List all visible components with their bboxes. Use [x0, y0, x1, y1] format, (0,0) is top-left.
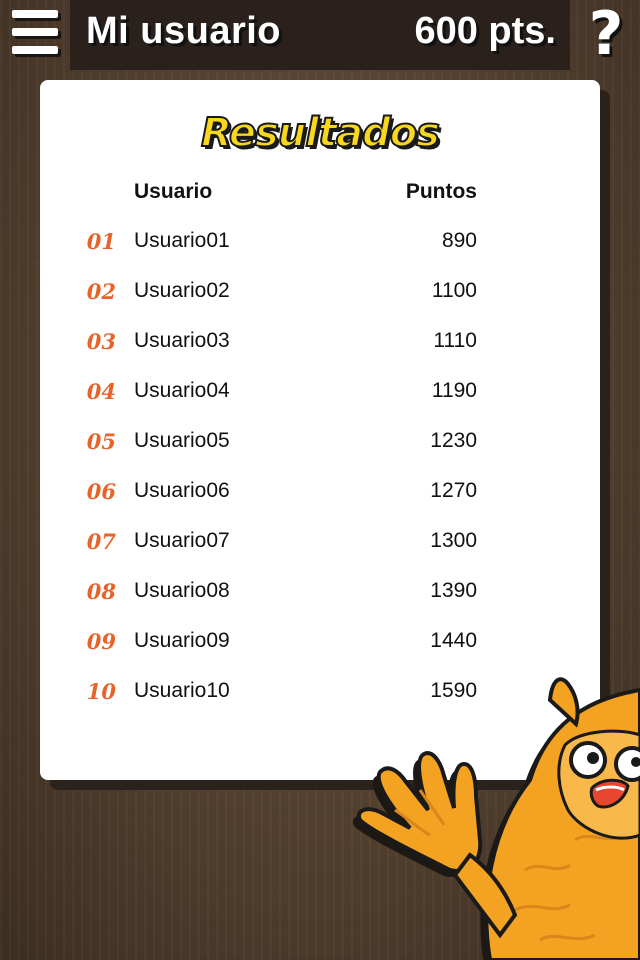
user-name: Usuario06 [134, 479, 230, 502]
results-title: Resultados [200, 109, 441, 157]
user-score: 1110 [433, 329, 477, 352]
user-name: Usuario04 [134, 379, 230, 402]
menu-bar [12, 46, 58, 54]
user-name: Usuario05 [134, 429, 230, 452]
user-score: 1230 [430, 429, 477, 452]
top-bar: Mi usuario 600 pts. [70, 0, 570, 70]
list-item: 08 Usuario08 1390 [40, 576, 600, 626]
user-score: 1300 [430, 529, 477, 552]
list-item: 05 Usuario05 1230 [40, 426, 600, 476]
column-header-points: Puntos [405, 180, 477, 203]
user-score: 1100 [431, 279, 477, 302]
list-item: 02 Usuario02 1100 [40, 276, 600, 326]
user-score: 1440 [430, 629, 477, 652]
user-name: Usuario10 [134, 679, 230, 702]
rank-number: 03 [86, 329, 116, 354]
results-list: 01 Usuario01 890 02 Usuario02 1100 03 Us… [40, 226, 600, 726]
rank-number: 10 [86, 679, 116, 704]
menu-bar [12, 10, 58, 18]
user-score: 890 [441, 229, 477, 252]
rank-number: 02 [86, 279, 116, 304]
user-title[interactable]: Mi usuario [86, 10, 281, 53]
list-item: 06 Usuario06 1270 [40, 476, 600, 526]
list-item: 04 Usuario04 1190 [40, 376, 600, 426]
rank-number: 06 [86, 479, 116, 504]
user-name: Usuario09 [134, 629, 230, 652]
rank-number: 05 [86, 429, 116, 454]
user-score: 1390 [430, 579, 477, 602]
owl-ear-tuft [547, 677, 580, 728]
user-name: Usuario03 [134, 329, 230, 352]
hamburger-menu-icon[interactable] [12, 10, 58, 54]
rank-number: 04 [86, 379, 116, 404]
owl-mascot [352, 677, 640, 960]
question-mark-icon[interactable]: ? [584, 4, 628, 64]
list-item: 07 Usuario07 1300 [40, 526, 600, 576]
list-item: 03 Usuario03 1110 [40, 326, 600, 376]
user-name: Usuario07 [134, 529, 230, 552]
user-name: Usuario08 [134, 579, 230, 602]
owl-wing [356, 751, 483, 873]
column-header-user: Usuario [134, 180, 213, 203]
rank-number: 08 [86, 579, 116, 604]
user-score: 1190 [431, 379, 477, 402]
user-score: 1270 [430, 479, 477, 502]
rank-number: 01 [86, 229, 116, 254]
rank-number: 07 [86, 529, 116, 554]
menu-bar [12, 28, 58, 36]
rank-number: 09 [86, 629, 116, 654]
user-name: Usuario01 [134, 229, 230, 252]
list-item: 01 Usuario01 890 [40, 226, 600, 276]
user-name: Usuario02 [134, 279, 230, 302]
points-display: 600 pts. [414, 10, 556, 52]
